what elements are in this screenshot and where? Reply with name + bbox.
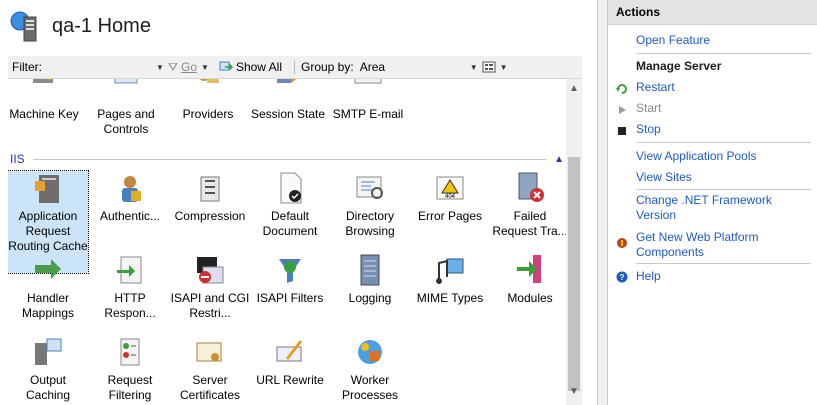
action-stop[interactable]: Stop xyxy=(636,122,806,137)
action-change-net-framework[interactable]: Change .NET Framework Version xyxy=(636,193,806,223)
error-pages-icon: 404 xyxy=(436,176,464,200)
pages-icon xyxy=(114,79,138,84)
feature-error-pages[interactable]: 404 Error Pages xyxy=(410,171,490,224)
http-response-icon xyxy=(117,256,142,284)
feature-handler-mappings[interactable]: Handler Mappings xyxy=(8,253,88,321)
request-filtering-icon xyxy=(120,338,140,366)
restart-icon xyxy=(616,84,627,94)
filter-label: Filter: xyxy=(12,60,42,74)
server-icon xyxy=(10,11,37,42)
isapi-filters-icon xyxy=(279,259,301,283)
logging-icon xyxy=(360,254,380,286)
svg-text:?: ? xyxy=(620,273,625,282)
action-start[interactable]: Start xyxy=(636,101,806,116)
page-title: qa-1 Home xyxy=(52,14,151,37)
feature-mime-types[interactable]: MIME Types xyxy=(410,253,490,306)
view-icon xyxy=(482,61,496,73)
features-pane: qa-1 Home Filter: ▼ ⛛ Go ▼ Show All Grou… xyxy=(0,0,597,405)
directory-browsing-icon xyxy=(356,176,383,199)
scroll-up-icon[interactable]: ▲ xyxy=(569,83,579,94)
features-view: Machine Key Pages and Controls Providers… xyxy=(8,79,566,405)
feature-output-caching[interactable]: Output Caching xyxy=(8,335,88,403)
feature-smtp-email[interactable]: SMTP E-mail xyxy=(328,79,408,122)
feature-request-filtering[interactable]: Request Filtering xyxy=(90,335,170,403)
action-open-feature[interactable]: Open Feature xyxy=(636,33,806,48)
start-icon xyxy=(619,106,626,114)
action-view-application-pools[interactable]: View Application Pools xyxy=(636,149,806,164)
group-line xyxy=(32,158,547,160)
isapi-cgi-icon xyxy=(197,257,224,284)
group-header-iis[interactable]: IIS ▲ xyxy=(10,152,564,166)
authentication-icon xyxy=(122,176,141,202)
svg-text:404: 404 xyxy=(445,194,456,200)
worker-processes-icon xyxy=(358,340,382,364)
action-help[interactable]: Help xyxy=(636,269,806,284)
failed-request-tracing-icon xyxy=(518,172,544,202)
feature-machine-key[interactable]: Machine Key xyxy=(8,79,84,122)
feature-failed-request-tracing[interactable]: Failed Request Tra... xyxy=(490,171,566,239)
scroll-down-icon[interactable]: ▼ xyxy=(569,386,579,397)
feature-session-state[interactable]: Session State xyxy=(248,79,328,122)
action-restart[interactable]: Restart xyxy=(636,80,806,95)
feature-logging[interactable]: Logging xyxy=(330,253,410,306)
feature-authentication[interactable]: Authentic... xyxy=(90,171,170,224)
certificate-icon xyxy=(196,342,222,362)
vertical-scrollbar[interactable]: ▲ ▼ xyxy=(566,79,582,405)
feature-directory-browsing[interactable]: Directory Browsing xyxy=(330,171,410,239)
actions-separator xyxy=(636,142,811,143)
arr-cache-icon xyxy=(35,175,59,203)
group-label: IIS xyxy=(10,152,25,166)
web-platform-icon xyxy=(617,238,627,248)
feature-server-certificates[interactable]: Server Certificates xyxy=(170,335,250,403)
feature-isapi-filters[interactable]: ISAPI Filters xyxy=(250,253,330,306)
actions-title: Actions xyxy=(608,0,817,25)
feature-pages-and-controls[interactable]: Pages and Controls xyxy=(86,79,166,137)
feature-providers[interactable]: Providers xyxy=(168,79,248,122)
page-header: qa-1 Home xyxy=(8,8,151,44)
group-by-label: Group by: xyxy=(300,60,354,74)
show-all-icon xyxy=(219,61,233,71)
compression-icon xyxy=(200,176,220,202)
mime-types-icon xyxy=(436,258,464,284)
machine-key-icon xyxy=(33,79,53,83)
filter-input[interactable] xyxy=(48,58,152,76)
providers-icon xyxy=(199,79,219,83)
feature-modules[interactable]: Modules xyxy=(490,253,566,306)
actions-separator xyxy=(636,53,811,54)
feature-worker-processes[interactable]: Worker Processes xyxy=(330,335,410,403)
group-by-select[interactable]: Area xyxy=(360,60,460,74)
modules-icon xyxy=(517,255,541,283)
feature-compression[interactable]: Compression xyxy=(170,171,250,224)
feature-default-document[interactable]: Default Document xyxy=(250,171,330,239)
actions-pane: Actions Open Feature Manage Server Resta… xyxy=(607,0,817,405)
url-rewrite-icon xyxy=(276,340,303,362)
manage-server-header: Manage Server xyxy=(636,59,722,73)
go-dropdown-arrow[interactable]: ▼ xyxy=(201,63,209,72)
funnel-icon: ⛛ xyxy=(167,59,179,74)
action-get-web-platform-components[interactable]: Get New Web Platform Components xyxy=(636,230,806,260)
session-state-icon xyxy=(277,79,297,83)
show-all-button[interactable]: Show All xyxy=(219,60,282,74)
toolbar-separator xyxy=(293,60,295,74)
go-button[interactable]: ⛛ Go ▼ xyxy=(168,60,213,75)
help-icon: ? xyxy=(616,271,628,283)
filter-dropdown-arrow[interactable]: ▼ xyxy=(156,63,164,72)
view-mode-button[interactable]: ▼ xyxy=(482,61,512,73)
collapse-icon[interactable]: ▲ xyxy=(554,154,564,165)
default-document-icon xyxy=(280,172,302,204)
email-icon xyxy=(354,79,382,84)
handler-mappings-icon xyxy=(35,259,61,279)
group-by-dropdown-arrow[interactable]: ▼ xyxy=(470,63,478,72)
feature-url-rewrite[interactable]: URL Rewrite xyxy=(250,335,330,388)
output-caching-icon xyxy=(35,338,62,365)
action-view-sites[interactable]: View Sites xyxy=(636,170,806,185)
stop-icon xyxy=(618,127,626,135)
feature-isapi-cgi-restrictions[interactable]: ISAPI and CGI Restri... xyxy=(170,253,250,321)
actions-separator xyxy=(636,189,811,190)
scroll-thumb[interactable] xyxy=(568,157,580,391)
filter-toolbar: Filter: ▼ ⛛ Go ▼ Show All Group by: Area… xyxy=(8,56,582,79)
feature-http-response-headers[interactable]: HTTP Respon... xyxy=(90,253,170,321)
actions-separator xyxy=(636,263,811,264)
